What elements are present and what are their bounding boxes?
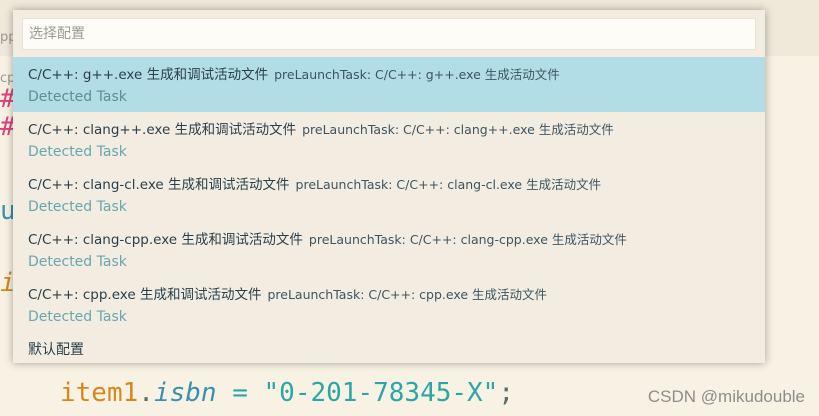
quick-pick-input[interactable] (23, 19, 755, 49)
quick-pick-default-label: 默认配置 (28, 342, 84, 358)
quick-pick-item-header: C/C++: clang-cl.exe 生成和调试活动文件 preLaunchTa… (28, 173, 601, 193)
quick-pick-item-detail: Detected Task (28, 144, 127, 160)
code-line[interactable]: item1.isbn = "0-201-78345-X"; (60, 378, 514, 408)
code-dot: . (138, 378, 154, 408)
quick-pick-item-description: preLaunchTask: C/C++: clang-cl.exe 生成活动文… (295, 177, 602, 192)
quick-pick-item-label: C/C++: g++.exe 生成和调试活动文件 (28, 67, 269, 83)
quick-pick-item-description: preLaunchTask: C/C++: g++.exe 生成活动文件 (274, 67, 560, 82)
code-string: "0-201-78345-X" (263, 378, 499, 408)
quick-pick-item-label: C/C++: clang++.exe 生成和调试活动文件 (28, 122, 297, 138)
quick-pick-item[interactable]: C/C++: cpp.exe 生成和调试活动文件 preLaunchTask: C… (13, 277, 765, 332)
code-semicolon: ; (498, 378, 514, 408)
quick-pick-default-config[interactable]: 默认配置 (13, 332, 765, 362)
quick-pick-item-header: C/C++: g++.exe 生成和调试活动文件 preLaunchTask: C… (28, 63, 560, 83)
code-variable: item1 (60, 378, 139, 408)
quick-pick-input-container (22, 18, 756, 50)
code-operator: = (216, 378, 264, 408)
quick-pick-item-description: preLaunchTask: C/C++: clang-cpp.exe 生成活动… (308, 232, 627, 247)
quick-pick-item-header: C/C++: cpp.exe 生成和调试活动文件 preLaunchTask: C… (28, 283, 547, 303)
quick-pick-item-label: C/C++: clang-cpp.exe 生成和调试活动文件 (28, 232, 303, 248)
quick-pick-item[interactable]: C/C++: clang-cpp.exe 生成和调试活动文件 preLaunchT… (13, 222, 765, 277)
quick-pick-item-label: C/C++: cpp.exe 生成和调试活动文件 (28, 287, 262, 303)
quick-pick-list: C/C++: g++.exe 生成和调试活动文件 preLaunchTask: C… (13, 57, 765, 362)
quick-pick-item-detail: Detected Task (28, 199, 127, 215)
quick-pick-item-description: preLaunchTask: C/C++: clang++.exe 生成活动文件 (302, 122, 614, 137)
quick-pick-item-description: preLaunchTask: C/C++: cpp.exe 生成活动文件 (267, 287, 548, 302)
quick-pick-item-detail: Detected Task (28, 309, 127, 325)
quick-pick-item-detail: Detected Task (28, 89, 127, 105)
quick-pick-item-label: C/C++: clang-cl.exe 生成和调试活动文件 (28, 177, 290, 193)
quick-pick-item[interactable]: C/C++: clang++.exe 生成和调试活动文件 preLaunchTas… (13, 112, 765, 167)
quick-pick-item-header: C/C++: clang++.exe 生成和调试活动文件 preLaunchTas… (28, 118, 614, 138)
quick-pick-item-header: C/C++: clang-cpp.exe 生成和调试活动文件 preLaunchT… (28, 228, 627, 248)
quick-pick-item-detail: Detected Task (28, 254, 127, 270)
code-property: isbn (153, 378, 217, 408)
quick-pick-item[interactable]: C/C++: g++.exe 生成和调试活动文件 preLaunchTask: C… (13, 57, 765, 112)
quick-pick-item[interactable]: C/C++: clang-cl.exe 生成和调试活动文件 preLaunchTa… (13, 167, 765, 222)
watermark: CSDN @mikudouble (647, 387, 805, 406)
quick-pick-panel: C/C++: g++.exe 生成和调试活动文件 preLaunchTask: C… (13, 10, 765, 363)
